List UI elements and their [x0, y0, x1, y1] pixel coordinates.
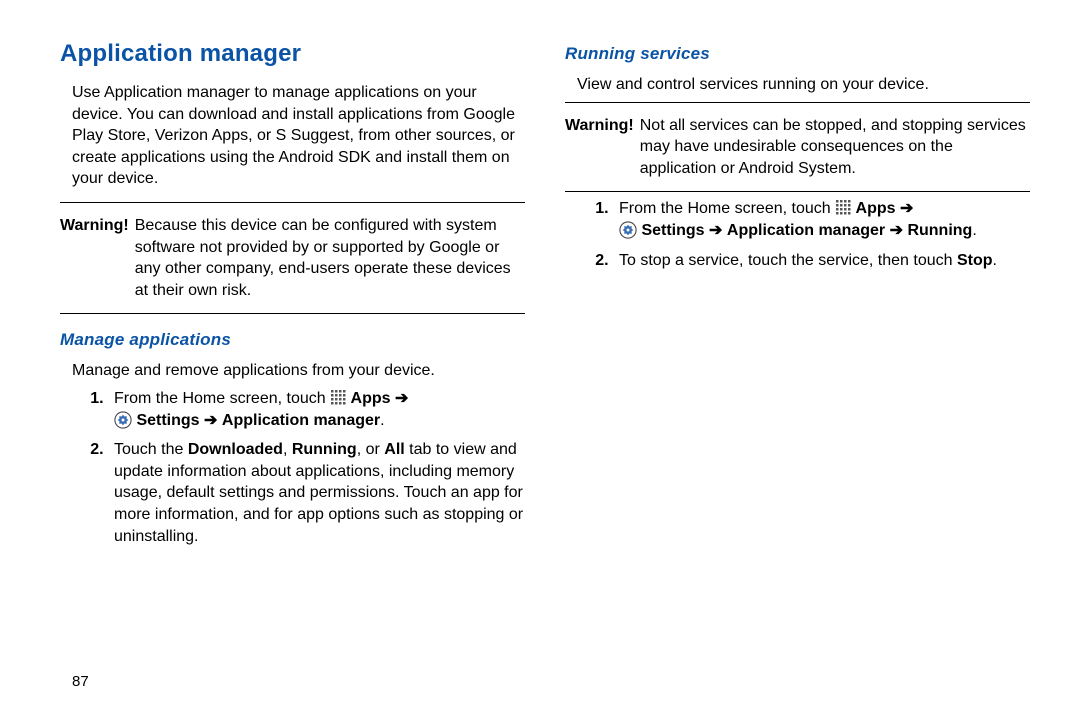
step-item: From the Home screen, touch Apps ➔	[613, 198, 1030, 241]
step-item: To stop a service, touch the service, th…	[613, 250, 1030, 272]
apps-label: Apps	[856, 200, 896, 217]
settings-gear-icon	[114, 411, 132, 429]
steps-list: From the Home screen, touch Apps ➔	[565, 198, 1030, 271]
section-heading: Application manager	[60, 40, 525, 68]
step-item: From the Home screen, touch Apps ➔	[108, 388, 525, 431]
step-text: .	[993, 252, 997, 269]
arrow-icon: ➔	[204, 412, 217, 429]
apps-grid-icon	[835, 199, 851, 215]
step-text: To stop a service, touch the service, th…	[619, 252, 957, 269]
arrow-icon: ➔	[900, 200, 913, 217]
steps-list: From the Home screen, touch Apps ➔	[60, 388, 525, 547]
divider	[565, 102, 1030, 103]
apps-grid-icon	[330, 389, 346, 405]
step-item: Touch the Downloaded, Running, or All ta…	[108, 439, 525, 547]
running-label: Running	[907, 222, 972, 239]
step-text: , or	[357, 441, 385, 458]
settings-label: Settings	[641, 222, 704, 239]
settings-gear-icon	[619, 221, 637, 239]
step-text: Touch the	[114, 441, 188, 458]
step-text: From the Home screen, touch	[619, 200, 835, 217]
divider	[565, 191, 1030, 192]
appmanager-label: Application manager	[222, 412, 380, 429]
running-label: Running	[292, 441, 357, 458]
left-column: Application manager Use Application mana…	[60, 40, 525, 700]
subsection-heading: Running services	[565, 44, 1030, 64]
intro-paragraph: Use Application manager to manage applic…	[72, 82, 525, 190]
subsection-intro: View and control services running on you…	[577, 74, 1030, 96]
period: .	[972, 222, 976, 239]
arrow-icon: ➔	[709, 222, 722, 239]
subsection-heading: Manage applications	[60, 330, 525, 350]
subsection-intro: Manage and remove applications from your…	[72, 360, 525, 382]
all-label: All	[384, 441, 404, 458]
downloaded-label: Downloaded	[188, 441, 283, 458]
right-column: Running services View and control servic…	[565, 40, 1030, 700]
warning-body: Because this device can be configured wi…	[135, 215, 525, 301]
warning-label: Warning!	[60, 215, 129, 301]
step-text: ,	[283, 441, 292, 458]
divider	[60, 313, 525, 314]
appmanager-label: Application manager	[727, 222, 885, 239]
page-number: 87	[72, 673, 89, 690]
stop-label: Stop	[957, 252, 993, 269]
divider	[60, 202, 525, 203]
settings-label: Settings	[136, 412, 199, 429]
arrow-icon: ➔	[890, 222, 903, 239]
warning-block: Warning! Because this device can be conf…	[60, 209, 525, 307]
step-text: From the Home screen, touch	[114, 390, 330, 407]
arrow-icon: ➔	[395, 390, 408, 407]
warning-block: Warning! Not all services can be stopped…	[565, 109, 1030, 186]
warning-label: Warning!	[565, 115, 634, 180]
period: .	[380, 412, 384, 429]
manual-page: Application manager Use Application mana…	[0, 0, 1080, 720]
apps-label: Apps	[351, 390, 391, 407]
warning-body: Not all services can be stopped, and sto…	[640, 115, 1030, 180]
